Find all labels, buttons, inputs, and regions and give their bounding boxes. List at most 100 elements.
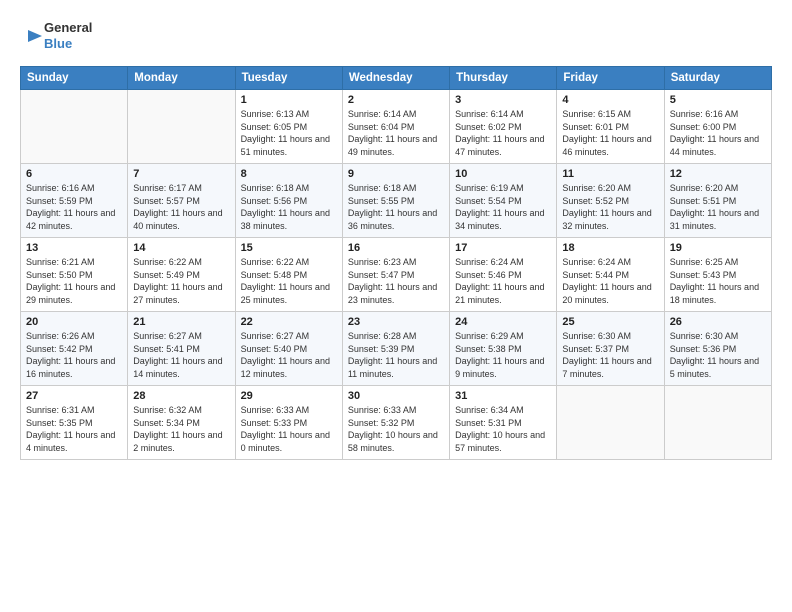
day-number: 14: [133, 242, 229, 254]
day-info: Sunrise: 6:23 AMSunset: 5:47 PMDaylight:…: [348, 256, 444, 306]
day-number: 4: [562, 94, 658, 106]
day-number: 30: [348, 390, 444, 402]
day-number: 21: [133, 316, 229, 328]
day-info: Sunrise: 6:24 AMSunset: 5:46 PMDaylight:…: [455, 256, 551, 306]
calendar-cell: [21, 90, 128, 164]
calendar-cell: 11 Sunrise: 6:20 AMSunset: 5:52 PMDayligh…: [557, 164, 664, 238]
day-number: 24: [455, 316, 551, 328]
day-info: Sunrise: 6:18 AMSunset: 5:56 PMDaylight:…: [241, 182, 337, 232]
day-number: 22: [241, 316, 337, 328]
logo-container: General Blue: [20, 18, 92, 54]
day-info: Sunrise: 6:20 AMSunset: 5:52 PMDaylight:…: [562, 182, 658, 232]
day-number: 28: [133, 390, 229, 402]
calendar-cell: 4 Sunrise: 6:15 AMSunset: 6:01 PMDaylight…: [557, 90, 664, 164]
calendar-cell: 18 Sunrise: 6:24 AMSunset: 5:44 PMDayligh…: [557, 238, 664, 312]
calendar-cell: 19 Sunrise: 6:25 AMSunset: 5:43 PMDayligh…: [664, 238, 771, 312]
day-number: 29: [241, 390, 337, 402]
day-number: 7: [133, 168, 229, 180]
calendar-cell: 3 Sunrise: 6:14 AMSunset: 6:02 PMDaylight…: [450, 90, 557, 164]
calendar-cell: 30 Sunrise: 6:33 AMSunset: 5:32 PMDayligh…: [342, 386, 449, 460]
day-number: 17: [455, 242, 551, 254]
calendar-cell: 14 Sunrise: 6:22 AMSunset: 5:49 PMDayligh…: [128, 238, 235, 312]
calendar-cell: [664, 386, 771, 460]
calendar-cell: 28 Sunrise: 6:32 AMSunset: 5:34 PMDayligh…: [128, 386, 235, 460]
day-info: Sunrise: 6:16 AMSunset: 6:00 PMDaylight:…: [670, 108, 766, 158]
day-number: 1: [241, 94, 337, 106]
calendar-cell: 10Sunrise: 6:19 AMSunset: 5:54 PMDayligh…: [450, 164, 557, 238]
calendar-cell: 23Sunrise: 6:28 AMSunset: 5:39 PMDayligh…: [342, 312, 449, 386]
calendar-cell: 1 Sunrise: 6:13 AMSunset: 6:05 PMDaylight…: [235, 90, 342, 164]
weekday-header-sunday: Sunday: [21, 67, 128, 90]
day-info: Sunrise: 6:25 AMSunset: 5:43 PMDaylight:…: [670, 256, 766, 306]
day-number: 16: [348, 242, 444, 254]
weekday-header-thursday: Thursday: [450, 67, 557, 90]
calendar-cell: 6 Sunrise: 6:16 AMSunset: 5:59 PMDaylight…: [21, 164, 128, 238]
page: General Blue SundayMondayTuesdayWednesda…: [0, 0, 792, 612]
day-number: 3: [455, 94, 551, 106]
day-number: 10: [455, 168, 551, 180]
calendar-cell: 15 Sunrise: 6:22 AMSunset: 5:48 PMDayligh…: [235, 238, 342, 312]
day-info: Sunrise: 6:14 AMSunset: 6:04 PMDaylight:…: [348, 108, 444, 158]
calendar-cell: 29 Sunrise: 6:33 AMSunset: 5:33 PMDayligh…: [235, 386, 342, 460]
day-number: 8: [241, 168, 337, 180]
day-info: Sunrise: 6:32 AMSunset: 5:34 PMDaylight:…: [133, 404, 229, 454]
calendar-cell: 22 Sunrise: 6:27 AMSunset: 5:40 PMDayligh…: [235, 312, 342, 386]
day-info: Sunrise: 6:27 AMSunset: 5:41 PMDaylight:…: [133, 330, 229, 380]
day-number: 20: [26, 316, 122, 328]
day-info: Sunrise: 6:28 AMSunset: 5:39 PMDaylight:…: [348, 330, 444, 380]
weekday-header-tuesday: Tuesday: [235, 67, 342, 90]
day-number: 18: [562, 242, 658, 254]
calendar-cell: 24Sunrise: 6:29 AMSunset: 5:38 PMDayligh…: [450, 312, 557, 386]
day-number: 25: [562, 316, 658, 328]
day-number: 6: [26, 168, 122, 180]
calendar-cell: [557, 386, 664, 460]
day-number: 13: [26, 242, 122, 254]
day-info: Sunrise: 6:22 AMSunset: 5:48 PMDaylight:…: [241, 256, 337, 306]
calendar-cell: 31 Sunrise: 6:34 AMSunset: 5:31 PMDayligh…: [450, 386, 557, 460]
day-info: Sunrise: 6:15 AMSunset: 6:01 PMDaylight:…: [562, 108, 658, 158]
calendar-cell: 27Sunrise: 6:31 AMSunset: 5:35 PMDayligh…: [21, 386, 128, 460]
day-info: Sunrise: 6:30 AMSunset: 5:37 PMDaylight:…: [562, 330, 658, 380]
day-info: Sunrise: 6:17 AMSunset: 5:57 PMDaylight:…: [133, 182, 229, 232]
calendar-cell: 7 Sunrise: 6:17 AMSunset: 5:57 PMDaylight…: [128, 164, 235, 238]
day-number: 12: [670, 168, 766, 180]
day-info: Sunrise: 6:33 AMSunset: 5:33 PMDaylight:…: [241, 404, 337, 454]
week-row-5: 27Sunrise: 6:31 AMSunset: 5:35 PMDayligh…: [21, 386, 772, 460]
day-number: 19: [670, 242, 766, 254]
week-row-3: 13 Sunrise: 6:21 AMSunset: 5:50 PMDayligh…: [21, 238, 772, 312]
day-info: Sunrise: 6:24 AMSunset: 5:44 PMDaylight:…: [562, 256, 658, 306]
day-number: 31: [455, 390, 551, 402]
day-number: 5: [670, 94, 766, 106]
day-info: Sunrise: 6:27 AMSunset: 5:40 PMDaylight:…: [241, 330, 337, 380]
calendar-cell: 2 Sunrise: 6:14 AMSunset: 6:04 PMDaylight…: [342, 90, 449, 164]
day-number: 2: [348, 94, 444, 106]
day-info: Sunrise: 6:16 AMSunset: 5:59 PMDaylight:…: [26, 182, 122, 232]
weekday-header-friday: Friday: [557, 67, 664, 90]
calendar-cell: 26 Sunrise: 6:30 AMSunset: 5:36 PMDayligh…: [664, 312, 771, 386]
day-info: Sunrise: 6:26 AMSunset: 5:42 PMDaylight:…: [26, 330, 122, 380]
logo-icon: [20, 18, 42, 54]
day-number: 11: [562, 168, 658, 180]
calendar-cell: 21 Sunrise: 6:27 AMSunset: 5:41 PMDayligh…: [128, 312, 235, 386]
day-info: Sunrise: 6:22 AMSunset: 5:49 PMDaylight:…: [133, 256, 229, 306]
day-info: Sunrise: 6:13 AMSunset: 6:05 PMDaylight:…: [241, 108, 337, 158]
day-info: Sunrise: 6:21 AMSunset: 5:50 PMDaylight:…: [26, 256, 122, 306]
week-row-4: 20 Sunrise: 6:26 AMSunset: 5:42 PMDayligh…: [21, 312, 772, 386]
day-number: 9: [348, 168, 444, 180]
calendar-table: SundayMondayTuesdayWednesdayThursdayFrid…: [20, 66, 772, 460]
calendar-cell: 25 Sunrise: 6:30 AMSunset: 5:37 PMDayligh…: [557, 312, 664, 386]
calendar-cell: 17 Sunrise: 6:24 AMSunset: 5:46 PMDayligh…: [450, 238, 557, 312]
day-number: 26: [670, 316, 766, 328]
logo: General Blue: [20, 18, 92, 54]
calendar-cell: 9Sunrise: 6:18 AMSunset: 5:55 PMDaylight…: [342, 164, 449, 238]
calendar-cell: 20 Sunrise: 6:26 AMSunset: 5:42 PMDayligh…: [21, 312, 128, 386]
day-number: 15: [241, 242, 337, 254]
calendar-cell: 8 Sunrise: 6:18 AMSunset: 5:56 PMDaylight…: [235, 164, 342, 238]
header: General Blue: [20, 18, 772, 54]
day-info: Sunrise: 6:14 AMSunset: 6:02 PMDaylight:…: [455, 108, 551, 158]
week-row-2: 6 Sunrise: 6:16 AMSunset: 5:59 PMDaylight…: [21, 164, 772, 238]
calendar-cell: [128, 90, 235, 164]
day-info: Sunrise: 6:30 AMSunset: 5:36 PMDaylight:…: [670, 330, 766, 380]
day-info: Sunrise: 6:34 AMSunset: 5:31 PMDaylight:…: [455, 404, 551, 454]
day-info: Sunrise: 6:33 AMSunset: 5:32 PMDaylight:…: [348, 404, 444, 454]
